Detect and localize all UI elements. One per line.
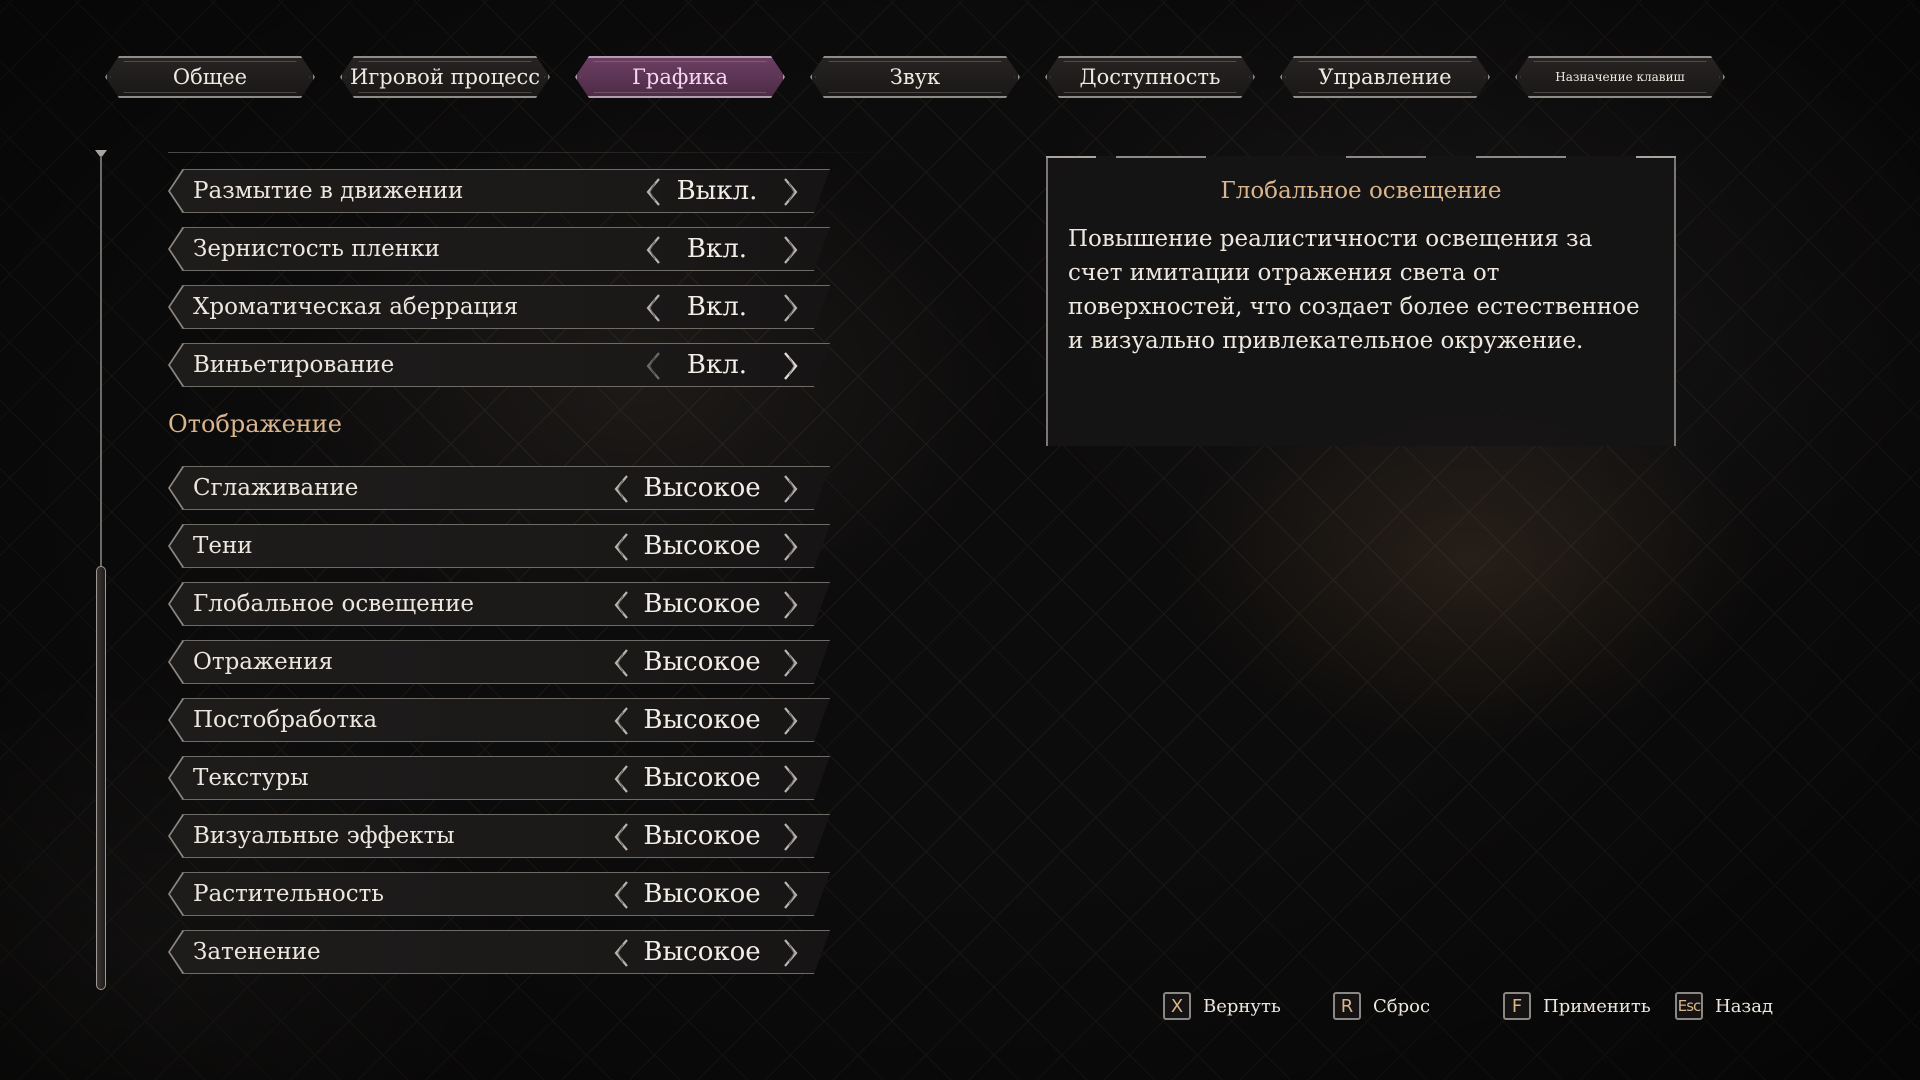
setting-row-reflections[interactable]: Отражения Высокое: [168, 640, 830, 684]
setting-label: Виньетирование: [193, 352, 395, 378]
setting-label: Сглаживание: [193, 475, 359, 501]
setting-label: Зернистость пленки: [193, 236, 440, 262]
key-esc-icon: Esc: [1675, 992, 1703, 1020]
tab-accessibility[interactable]: Доступность: [1045, 56, 1255, 98]
setting-label: Постобработка: [193, 707, 378, 733]
key-r-icon: R: [1333, 992, 1361, 1020]
revert-button[interactable]: X Вернуть: [1163, 992, 1281, 1020]
chevron-left-icon[interactable]: [644, 293, 662, 323]
tab-gameplay[interactable]: Игровой процесс: [340, 56, 550, 98]
setting-label: Хроматическая аберрация: [193, 294, 519, 320]
chevron-right-icon[interactable]: [782, 706, 800, 736]
setting-value: Высокое: [643, 763, 761, 793]
back-label: Назад: [1715, 995, 1774, 1017]
key-f-icon: F: [1503, 992, 1531, 1020]
chevron-right-icon[interactable]: [782, 822, 800, 852]
setting-row-post-processing[interactable]: Постобработка Высокое: [168, 698, 830, 742]
chevron-left-icon[interactable]: [612, 648, 630, 678]
description-panel: Глобальное освещение Повышение реалистич…: [1046, 156, 1676, 446]
setting-label: Глобальное освещение: [193, 591, 475, 617]
setting-value: Высокое: [643, 589, 761, 619]
chevron-left-icon[interactable]: [612, 532, 630, 562]
setting-label: Размытие в движении: [193, 178, 464, 204]
setting-label: Текстуры: [193, 765, 309, 791]
setting-row-ambient-occlusion[interactable]: Затенение Высокое: [168, 930, 830, 974]
setting-label: Затенение: [193, 939, 321, 965]
setting-value: Выкл.: [676, 176, 758, 206]
setting-value: Высокое: [643, 705, 761, 735]
tab-key-bindings[interactable]: Назначение клавиш: [1515, 56, 1725, 98]
tab-sound[interactable]: Звук: [810, 56, 1020, 98]
tab-label: Назначение клавиш: [1555, 70, 1685, 84]
setting-value: Вкл.: [686, 292, 748, 322]
chevron-left-icon[interactable]: [644, 177, 662, 207]
setting-row-chromatic-aberration[interactable]: Хроматическая аберрация Вкл.: [168, 285, 830, 329]
chevron-left-icon[interactable]: [612, 880, 630, 910]
tab-label: Игровой процесс: [349, 65, 541, 89]
setting-value: Высокое: [643, 821, 761, 851]
back-button[interactable]: Esc Назад: [1675, 992, 1773, 1020]
setting-row-visual-effects[interactable]: Визуальные эффекты Высокое: [168, 814, 830, 858]
chevron-right-icon[interactable]: [782, 880, 800, 910]
setting-value: Высокое: [643, 647, 761, 677]
chevron-left-icon[interactable]: [644, 235, 662, 265]
key-x-icon: X: [1163, 992, 1191, 1020]
tab-controls[interactable]: Управление: [1280, 56, 1490, 98]
setting-row-shadows[interactable]: Тени Высокое: [168, 524, 830, 568]
chevron-left-icon[interactable]: [612, 590, 630, 620]
chevron-right-icon[interactable]: [782, 764, 800, 794]
tab-label: Общее: [172, 65, 248, 89]
setting-value: Вкл.: [686, 234, 748, 264]
setting-label: Растительность: [193, 881, 384, 907]
setting-label: Отражения: [193, 649, 333, 675]
chevron-right-icon[interactable]: [782, 351, 800, 381]
section-title-display: Отображение: [168, 410, 342, 438]
chevron-right-icon[interactable]: [782, 474, 800, 504]
chevron-right-icon[interactable]: [782, 235, 800, 265]
tab-label: Звук: [889, 65, 941, 89]
setting-row-antialiasing[interactable]: Сглаживание Высокое: [168, 466, 830, 510]
setting-value: Высокое: [643, 531, 761, 561]
setting-value: Высокое: [643, 473, 761, 503]
description-body: Повышение реалистичности освещения за сч…: [1068, 226, 1640, 354]
tab-general[interactable]: Общее: [105, 56, 315, 98]
chevron-left-icon[interactable]: [612, 822, 630, 852]
chevron-right-icon[interactable]: [782, 177, 800, 207]
scrollbar-thumb[interactable]: [96, 566, 106, 990]
setting-value: Вкл.: [686, 350, 748, 380]
setting-label: Визуальные эффекты: [193, 823, 455, 849]
setting-row-vignette[interactable]: Виньетирование Вкл.: [168, 343, 830, 387]
revert-label: Вернуть: [1203, 995, 1281, 1017]
chevron-right-icon[interactable]: [782, 938, 800, 968]
apply-button[interactable]: F Применить: [1503, 992, 1651, 1020]
reset-label: Сброс: [1373, 995, 1431, 1017]
list-divider: [168, 152, 898, 153]
setting-row-global-illumination[interactable]: Глобальное освещение Высокое: [168, 582, 830, 626]
setting-row-textures[interactable]: Текстуры Высокое: [168, 756, 830, 800]
setting-label: Тени: [193, 533, 253, 559]
setting-row-film-grain[interactable]: Зернистость пленки Вкл.: [168, 227, 830, 271]
chevron-right-icon[interactable]: [782, 532, 800, 562]
setting-row-vegetation[interactable]: Растительность Высокое: [168, 872, 830, 916]
chevron-right-icon[interactable]: [782, 648, 800, 678]
reset-button[interactable]: R Сброс: [1333, 992, 1430, 1020]
setting-value: Высокое: [643, 937, 761, 967]
chevron-left-icon[interactable]: [612, 706, 630, 736]
chevron-left-icon[interactable]: [612, 474, 630, 504]
chevron-left-icon[interactable]: [612, 938, 630, 968]
tab-label: Доступность: [1079, 65, 1221, 89]
tab-graphics[interactable]: Графика: [575, 56, 785, 98]
chevron-right-icon[interactable]: [782, 590, 800, 620]
chevron-left-icon[interactable]: [644, 351, 662, 381]
tab-label: Графика: [632, 65, 728, 89]
apply-label: Применить: [1543, 995, 1651, 1017]
tab-label: Управление: [1318, 65, 1452, 89]
chevron-right-icon[interactable]: [782, 293, 800, 323]
setting-row-motion-blur[interactable]: Размытие в движении Выкл.: [168, 169, 830, 213]
setting-value: Высокое: [643, 879, 761, 909]
description-title: Глобальное освещение: [1220, 178, 1502, 204]
chevron-left-icon[interactable]: [612, 764, 630, 794]
